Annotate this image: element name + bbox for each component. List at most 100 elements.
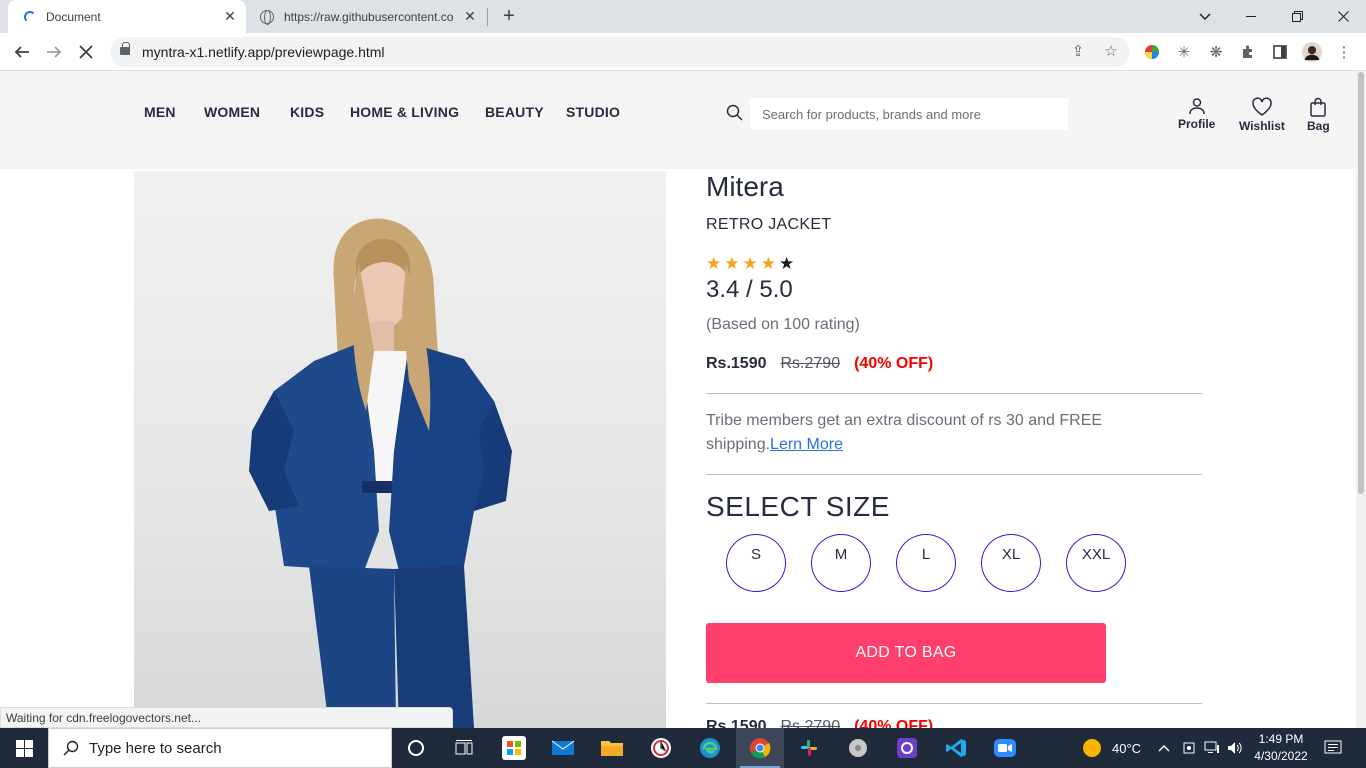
new-tab-button[interactable]: + — [498, 6, 520, 28]
mrp-price: Rs.2790 — [780, 355, 841, 372]
divider — [706, 703, 1202, 704]
bookmark-star-icon[interactable]: ☆ — [1101, 42, 1121, 62]
loading-spinner-icon — [24, 10, 36, 23]
puzzle-extensions-icon[interactable] — [1238, 42, 1258, 62]
status-bubble: Waiting for cdn.freelogovectors.net... — [0, 707, 453, 728]
address-bar[interactable]: myntra-x1.netlify.app/previewpage.html ⇪… — [110, 37, 1130, 67]
size-button-m[interactable]: M — [811, 534, 871, 592]
search-icon — [63, 740, 79, 756]
volume-icon[interactable] — [1227, 728, 1243, 768]
nav-kids[interactable]: KIDS — [290, 104, 324, 120]
wishlist-label: Wishlist — [1239, 119, 1285, 133]
restore-button[interactable] — [1274, 0, 1320, 33]
minimize-button[interactable] — [1228, 0, 1274, 33]
divider — [706, 474, 1202, 475]
more-menu-icon[interactable]: ⋮ — [1334, 42, 1354, 62]
selling-price: Rs.1590 — [706, 355, 767, 372]
bag-button[interactable]: Bag — [1307, 97, 1330, 133]
bag-icon — [1310, 97, 1327, 117]
edge-icon[interactable] — [698, 736, 722, 760]
nav-women[interactable]: WOMEN — [204, 104, 260, 120]
weather-widget[interactable]: 40°C — [1082, 728, 1141, 768]
system-clock[interactable]: 1:49 PM 4/30/2022 — [1250, 731, 1312, 765]
size-button-xl[interactable]: XL — [981, 534, 1041, 592]
microsoft-store-icon[interactable] — [502, 736, 526, 760]
network-icon[interactable] — [1204, 728, 1220, 768]
product-image — [134, 171, 666, 728]
vscode-icon[interactable] — [944, 736, 968, 760]
search-icon[interactable] — [726, 104, 744, 122]
clock-time: 1:49 PM — [1258, 732, 1304, 746]
zoom-icon[interactable] — [993, 736, 1017, 760]
windows-logo-icon — [15, 739, 33, 757]
add-to-bag-button[interactable]: ADD TO BAG — [706, 623, 1106, 683]
tab-title: Document — [46, 9, 101, 24]
tab-github[interactable]: https://raw.githubusercontent.co ✕ — [250, 0, 486, 33]
taskbar-search[interactable]: Type here to search — [48, 728, 392, 768]
browser-toolbar: myntra-x1.netlify.app/previewpage.html ⇪… — [0, 33, 1366, 71]
tribe-text: Tribe members get an extra discount of r… — [706, 412, 1103, 453]
rating-value: 3.4 / 5.0 — [706, 276, 793, 303]
nav-studio[interactable]: STUDIO — [566, 104, 620, 120]
task-view-icon[interactable] — [452, 736, 476, 760]
meet-now-icon[interactable] — [1182, 728, 1196, 768]
chrome-icon[interactable] — [748, 736, 772, 760]
profile-label: Profile — [1178, 117, 1216, 131]
clock-date: 4/30/2022 — [1254, 749, 1308, 763]
size-button-s[interactable]: S — [726, 534, 786, 592]
profile-button[interactable]: Profile — [1178, 97, 1215, 131]
discount-percent: (40% OFF) — [854, 355, 934, 372]
learn-more-link[interactable]: Lern More — [770, 436, 843, 453]
nav-beauty[interactable]: BEAUTY — [485, 104, 544, 120]
share-icon[interactable]: ⇪ — [1068, 42, 1088, 62]
slack-icon[interactable] — [797, 736, 821, 760]
star-filled-icon: ★ — [724, 254, 740, 273]
side-panel-icon[interactable] — [1270, 42, 1290, 62]
mail-icon[interactable] — [551, 736, 575, 760]
nav-men[interactable]: MEN — [144, 104, 176, 120]
url-text[interactable]: myntra-x1.netlify.app/previewpage.html — [142, 44, 385, 60]
star-empty-icon: ★ — [779, 254, 795, 273]
nav-home-living[interactable]: HOME & LIVING — [350, 104, 459, 120]
profile-avatar[interactable] — [1302, 42, 1322, 62]
size-button-l[interactable]: L — [896, 534, 956, 592]
star-filled-icon: ★ — [760, 254, 776, 273]
close-icon[interactable]: ✕ — [222, 8, 238, 24]
tab-title: https://raw.githubusercontent.co — [284, 9, 454, 24]
globe-icon — [260, 9, 274, 25]
site-header: MEN WOMEN KIDS HOME & LIVING BEAUTY STUD… — [0, 71, 1356, 169]
cortana-icon[interactable] — [404, 736, 428, 760]
lock-icon — [120, 42, 130, 56]
size-button-xxl[interactable]: XXL — [1066, 534, 1126, 592]
bug-extension-icon[interactable]: ✳ — [1174, 42, 1194, 62]
product-name: RETRO JACKET — [706, 216, 832, 233]
weather-temp: 40°C — [1112, 740, 1142, 756]
bag-label: Bag — [1307, 119, 1330, 133]
start-button[interactable] — [0, 728, 48, 768]
tab-document[interactable]: Document ✕ — [8, 0, 246, 33]
search-input[interactable] — [750, 98, 1068, 130]
sun-icon — [1083, 739, 1101, 757]
color-extension-icon[interactable] — [1142, 42, 1162, 62]
file-explorer-icon[interactable] — [600, 736, 624, 760]
forward-button[interactable] — [42, 40, 66, 64]
notifications-icon[interactable] — [1324, 728, 1342, 768]
profile-icon — [1188, 98, 1205, 115]
github-desktop-icon[interactable] — [895, 736, 919, 760]
chevron-down-icon[interactable] — [1182, 0, 1228, 33]
chevron-up-icon[interactable] — [1158, 728, 1170, 768]
disk-app-icon[interactable] — [846, 736, 870, 760]
tribe-offer: Tribe members get an extra discount of r… — [706, 409, 1186, 457]
app-icon[interactable] — [649, 736, 673, 760]
wishlist-button[interactable]: Wishlist — [1239, 97, 1285, 133]
price-row: Rs.1590 Rs.2790 (40% OFF) — [706, 355, 933, 373]
close-window-button[interactable] — [1320, 0, 1366, 33]
stop-loading-button[interactable] — [74, 40, 98, 64]
snowflake-extension-icon[interactable]: ❋ — [1206, 42, 1226, 62]
tab-separator — [487, 8, 488, 26]
rating-stars: ★ ★ ★ ★ ★ — [706, 255, 794, 273]
star-filled-icon: ★ — [706, 254, 722, 273]
close-icon[interactable]: ✕ — [462, 8, 478, 24]
back-button[interactable] — [10, 40, 34, 64]
scrollbar-thumb[interactable] — [1358, 72, 1364, 494]
